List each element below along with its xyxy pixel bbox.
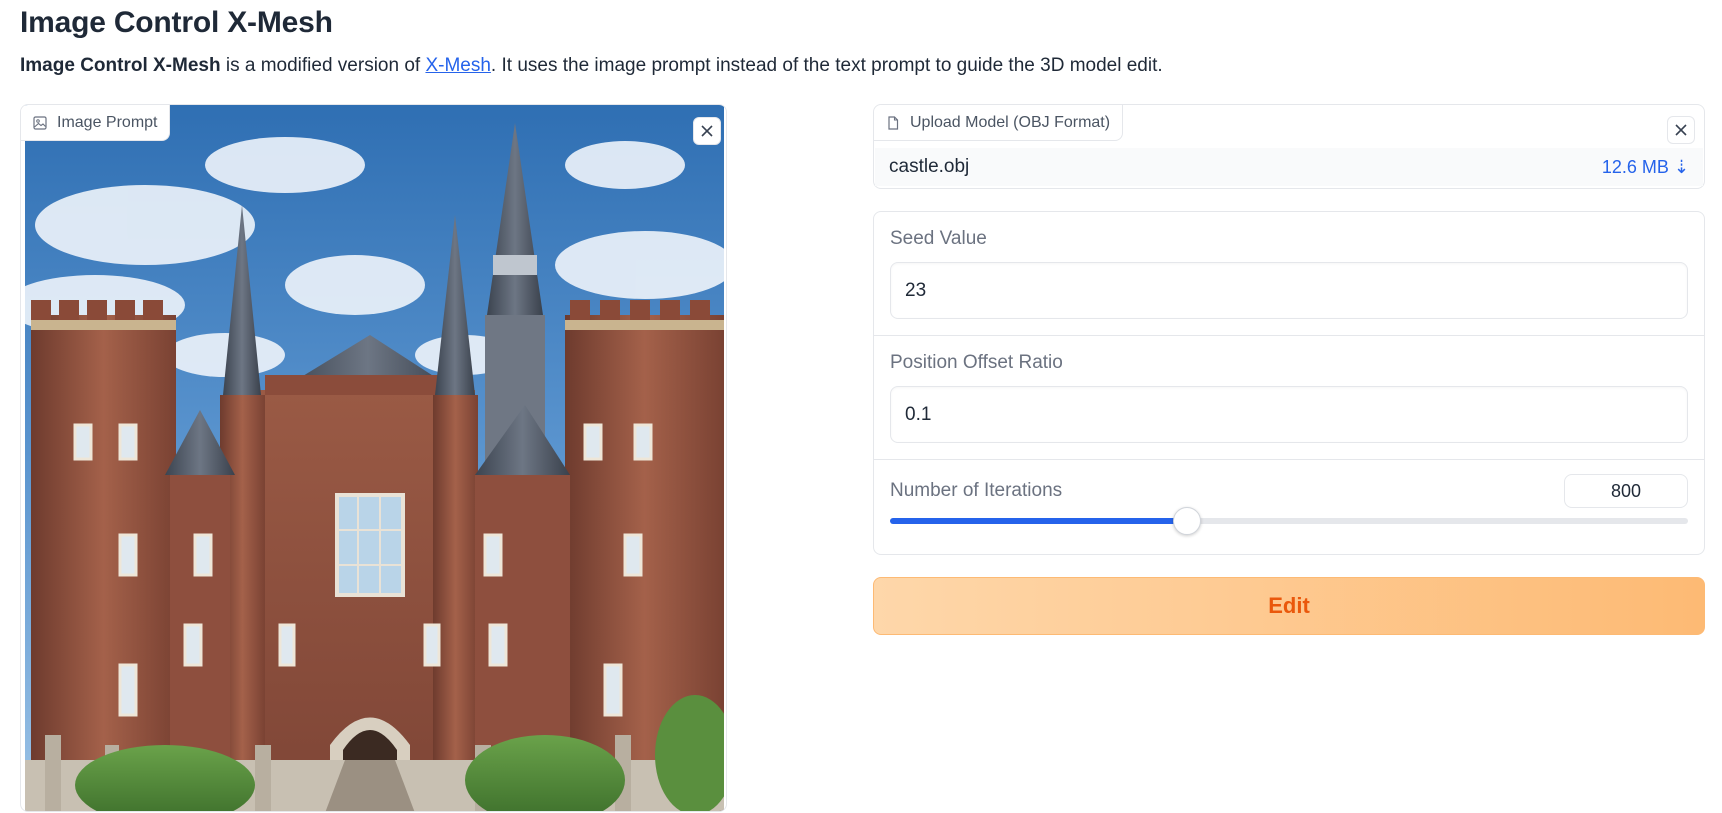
file-icon bbox=[888, 115, 899, 130]
iterations-field: Number of Iterations bbox=[874, 459, 1704, 556]
clear-model-button[interactable] bbox=[1667, 116, 1695, 144]
iterations-slider-thumb[interactable] bbox=[1172, 507, 1201, 535]
castle-image bbox=[25, 105, 724, 811]
position-offset-field: Position Offset Ratio bbox=[874, 335, 1704, 459]
iterations-label: Number of Iterations bbox=[890, 480, 1063, 501]
seed-field: Seed Value bbox=[874, 212, 1704, 335]
description-text-1: is a modified version of bbox=[220, 55, 426, 76]
upload-model-label-text: Upload Model (OBJ Format) bbox=[910, 113, 1111, 131]
page-title: Image Control X-Mesh bbox=[20, 6, 333, 39]
edit-button[interactable]: Edit bbox=[873, 577, 1705, 635]
seed-label: Seed Value bbox=[890, 228, 987, 249]
uploaded-file-row: castle.obj 12.6 MB ⇣ bbox=[875, 148, 1703, 186]
seed-input[interactable] bbox=[890, 262, 1688, 319]
file-download-link[interactable]: 12.6 MB ⇣ bbox=[1602, 157, 1689, 178]
image-prompt-label: Image Prompt bbox=[21, 105, 171, 141]
description-app-name: Image Control X-Mesh bbox=[20, 55, 221, 76]
image-icon bbox=[33, 115, 47, 130]
file-name: castle.obj bbox=[889, 156, 970, 177]
iterations-slider[interactable] bbox=[890, 507, 1688, 535]
upload-model-label: Upload Model (OBJ Format) bbox=[874, 105, 1124, 141]
position-offset-input[interactable] bbox=[890, 386, 1688, 443]
page-description: Image Control X-Mesh is a modified versi… bbox=[20, 55, 1163, 77]
close-icon bbox=[701, 125, 713, 137]
description-text-2: . It uses the image prompt instead of th… bbox=[490, 55, 1163, 76]
upload-model-panel[interactable]: Upload Model (OBJ Format) castle.obj 12.… bbox=[873, 104, 1705, 189]
clear-image-button[interactable] bbox=[693, 117, 721, 145]
settings-block: Seed Value Position Offset Ratio Number … bbox=[873, 211, 1705, 555]
close-icon bbox=[1675, 124, 1687, 136]
position-offset-label: Position Offset Ratio bbox=[890, 352, 1063, 373]
iterations-number-input[interactable] bbox=[1564, 474, 1688, 508]
x-mesh-link[interactable]: X-Mesh bbox=[425, 55, 490, 76]
image-prompt-label-text: Image Prompt bbox=[57, 113, 158, 131]
image-prompt-panel[interactable]: Image Prompt bbox=[20, 104, 727, 812]
iterations-slider-fill bbox=[890, 518, 1187, 524]
